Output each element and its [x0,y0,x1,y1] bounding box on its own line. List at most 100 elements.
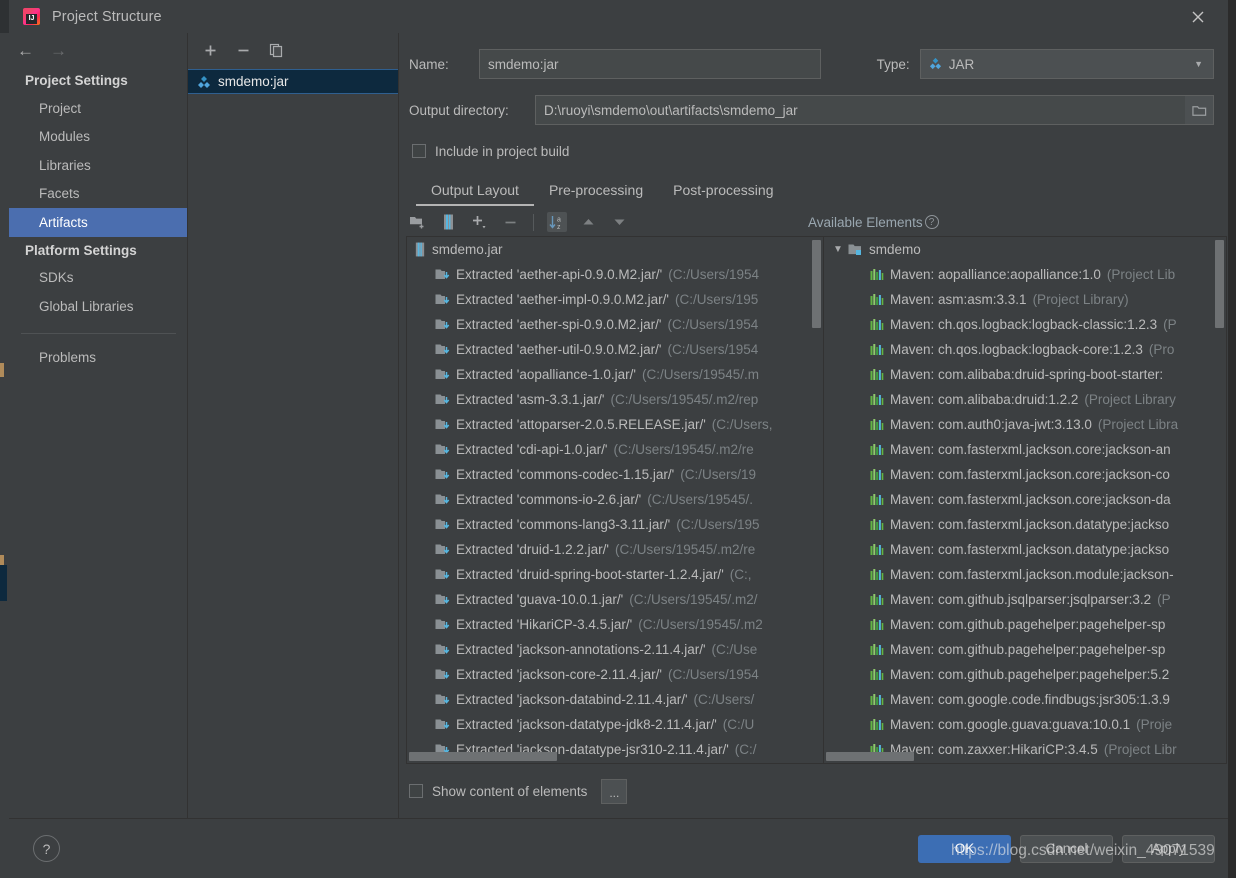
output-directory-input[interactable]: D:\ruoyi\smdemo\out\artifacts\smdemo_jar [535,95,1185,125]
arrow-up-icon[interactable] [578,212,598,232]
new-folder-icon[interactable] [407,212,427,232]
tree-row[interactable]: Extracted 'guava-10.0.1.jar/' (C:/Users/1… [407,587,823,612]
avail-tree-row[interactable]: Maven: aopalliance:aopalliance:1.0 (Proje… [824,262,1226,287]
chevron-down-icon[interactable]: ▼ [833,244,843,255]
avail-tree-row[interactable]: Maven: com.google.guava:guava:10.0.1 (Pro… [824,712,1226,737]
sidebar-item-artifacts[interactable]: Artifacts [9,208,188,237]
avail-tree-row[interactable]: Maven: com.alibaba:druid-spring-boot-sta… [824,362,1226,387]
avail-tree-row-root[interactable]: ▼ smdemo [824,237,1226,262]
help-button[interactable]: ? [33,835,60,862]
remove-artifact-button[interactable] [233,40,253,60]
sidebar-group-platform-settings: Platform Settings [25,242,137,258]
sidebar-item-sdks[interactable]: SDKs [9,264,188,293]
plus-dropdown-icon[interactable] [469,212,489,232]
artifact-type-select[interactable]: JAR ▼ [919,49,1214,79]
available-elements-tree: ▼ smdemo Maven: aopalliance:aopalliance:1.… [824,236,1227,764]
cancel-button[interactable]: Cancel [1020,834,1113,863]
tree-row-path: (C:/Users/195 [676,517,760,532]
tree-row[interactable]: Extracted 'jackson-datatype-jdk8-2.11.4.… [407,712,823,737]
available-elements-horizontal-scrollbar[interactable] [826,752,914,761]
avail-tree-row[interactable]: Maven: ch.qos.logback:logback-classic:1.… [824,312,1226,337]
tree-row[interactable]: Extracted 'aether-spi-0.9.0.M2.jar/' (C:/… [407,312,823,337]
tree-row[interactable]: Extracted 'attoparser-2.0.5.RELEASE.jar/… [407,412,823,437]
include-in-build-checkbox[interactable] [412,144,426,158]
output-layout-vertical-scrollbar[interactable] [812,240,821,328]
tab-post-processing[interactable]: Post-processing [658,182,788,206]
artifact-item-smdemo-jar[interactable]: smdemo:jar [188,69,399,94]
avail-tree-row[interactable]: Maven: com.github.pagehelper:pagehelper:… [824,662,1226,687]
tree-row-root[interactable]: smdemo.jar [407,237,823,262]
back-arrow-icon[interactable]: ← [17,42,34,59]
sidebar-item-facets[interactable]: Facets [9,180,188,209]
tree-row[interactable]: Extracted 'commons-io-2.6.jar/' (C:/Users… [407,487,823,512]
archive-icon[interactable] [438,212,458,232]
include-in-build-row[interactable]: Include in project build [399,141,1228,161]
apply-button[interactable]: Apply [1122,834,1215,863]
ok-button[interactable]: OK [918,834,1011,863]
tab-pre-processing[interactable]: Pre-processing [534,182,658,206]
tree-row[interactable]: Extracted 'HikariCP-3.4.5.jar/' (C:/Users… [407,612,823,637]
sidebar-item-global-libraries[interactable]: Global Libraries [9,292,188,321]
tree-row[interactable]: Extracted 'druid-1.2.2.jar/' (C:/Users/19… [407,537,823,562]
tab-output-layout[interactable]: Output Layout [416,182,534,206]
minus-icon[interactable] [500,212,520,232]
tree-row[interactable]: Extracted 'druid-spring-boot-starter-1.2… [407,562,823,587]
tree-row[interactable]: Extracted 'aether-util-0.9.0.M2.jar/' (C:… [407,337,823,362]
sidebar-item-modules[interactable]: Modules [9,123,188,152]
avail-tree-row[interactable]: Maven: com.auth0:java-jwt:3.13.0 (Project… [824,412,1226,437]
avail-tree-row[interactable]: Maven: ch.qos.logback:logback-core:1.2.3… [824,337,1226,362]
avail-tree-row[interactable]: Maven: com.fasterxml.jackson.core:jackso… [824,462,1226,487]
avail-tree-row[interactable]: Maven: com.github.pagehelper:pagehelper-… [824,637,1226,662]
sort-az-icon[interactable]: a z [547,212,567,232]
output-layout-horizontal-scrollbar[interactable] [409,752,557,761]
avail-tree-row[interactable]: Maven: com.fasterxml.jackson.module:jack… [824,562,1226,587]
tree-row[interactable]: Extracted 'jackson-annotations-2.11.4.ja… [407,637,823,662]
tree-row[interactable]: Extracted 'commons-lang3-3.11.jar/' (C:/U… [407,512,823,537]
tree-row[interactable]: Extracted 'aether-impl-0.9.0.M2.jar/' (C:… [407,287,823,312]
add-artifact-button[interactable] [200,40,220,60]
help-question-icon[interactable]: ? [924,215,939,229]
sidebar-item-project[interactable]: Project [9,94,188,123]
tree-row[interactable]: Extracted 'asm-3.3.1.jar/' (C:/Users/1954… [407,387,823,412]
avail-tree-row[interactable]: Maven: com.fasterxml.jackson.datatype:ja… [824,537,1226,562]
tree-row-path: (C:/Users/19545/.m [642,367,760,382]
avail-tree-row-scope: (Project Library [1084,392,1176,407]
close-icon[interactable] [1179,0,1217,33]
forward-arrow-icon[interactable]: → [50,42,67,59]
avail-tree-row[interactable]: Maven: com.github.jsqlparser:jsqlparser:… [824,587,1226,612]
tree-row[interactable]: Extracted 'aopalliance-1.0.jar/' (C:/User… [407,362,823,387]
maven-library-icon [870,318,884,331]
tree-row[interactable]: Extracted 'cdi-api-1.0.jar/' (C:/Users/19… [407,437,823,462]
avail-tree-row[interactable]: Maven: com.alibaba:druid:1.2.2 (Project L… [824,387,1226,412]
maven-library-icon [870,693,884,706]
avail-tree-row[interactable]: Maven: com.fasterxml.jackson.core:jackso… [824,437,1226,462]
tree-row[interactable]: Extracted 'jackson-databind-2.11.4.jar/'… [407,687,823,712]
project-structure-dialog: Project Structure ← → Project Settings P… [9,0,1228,878]
avail-tree-row[interactable]: Maven: com.github.pagehelper:pagehelper-… [824,612,1226,637]
sidebar-item-problems[interactable]: Problems [9,344,188,373]
available-elements-vertical-scrollbar[interactable] [1215,240,1224,328]
avail-tree-row[interactable]: Maven: com.google.code.findbugs:jsr305:1… [824,687,1226,712]
output-layout-toolbar: a z Available Elements ? [399,208,1228,236]
avail-tree-row-label: Maven: aopalliance:aopalliance:1.0 [890,267,1101,282]
show-content-checkbox[interactable] [409,784,423,798]
dialog-footer: ? OK Cancel Apply [9,818,1228,878]
arrow-down-icon[interactable] [609,212,629,232]
sidebar-item-libraries[interactable]: Libraries [9,151,188,180]
avail-tree-row-label: smdemo [869,242,921,257]
tree-row[interactable]: Extracted 'aether-api-0.9.0.M2.jar/' (C:/… [407,262,823,287]
tree-row[interactable]: Extracted 'commons-codec-1.15.jar/' (C:/U… [407,462,823,487]
show-content-options-button[interactable]: ... [601,778,628,804]
artifact-name-input[interactable]: smdemo:jar [479,49,821,79]
avail-tree-row[interactable]: Maven: asm:asm:3.3.1 (Project Library) [824,287,1226,312]
copy-artifact-icon[interactable] [266,40,286,60]
artifacts-toolbar [188,33,399,67]
tree-row[interactable]: Extracted 'jackson-core-2.11.4.jar/' (C:/… [407,662,823,687]
avail-tree-row[interactable]: Maven: com.fasterxml.jackson.datatype:ja… [824,512,1226,537]
browse-folder-button[interactable] [1185,95,1214,125]
avail-tree-row-label: Maven: com.github.pagehelper:pagehelper-… [890,617,1166,632]
avail-tree-row[interactable]: Maven: com.fasterxml.jackson.core:jackso… [824,487,1226,512]
tree-row-path: (C:/Users/19545/.m2/rep [610,392,759,407]
tree-row-path: (C:/Users/195 [675,292,759,307]
extracted-jar-icon [435,643,450,657]
